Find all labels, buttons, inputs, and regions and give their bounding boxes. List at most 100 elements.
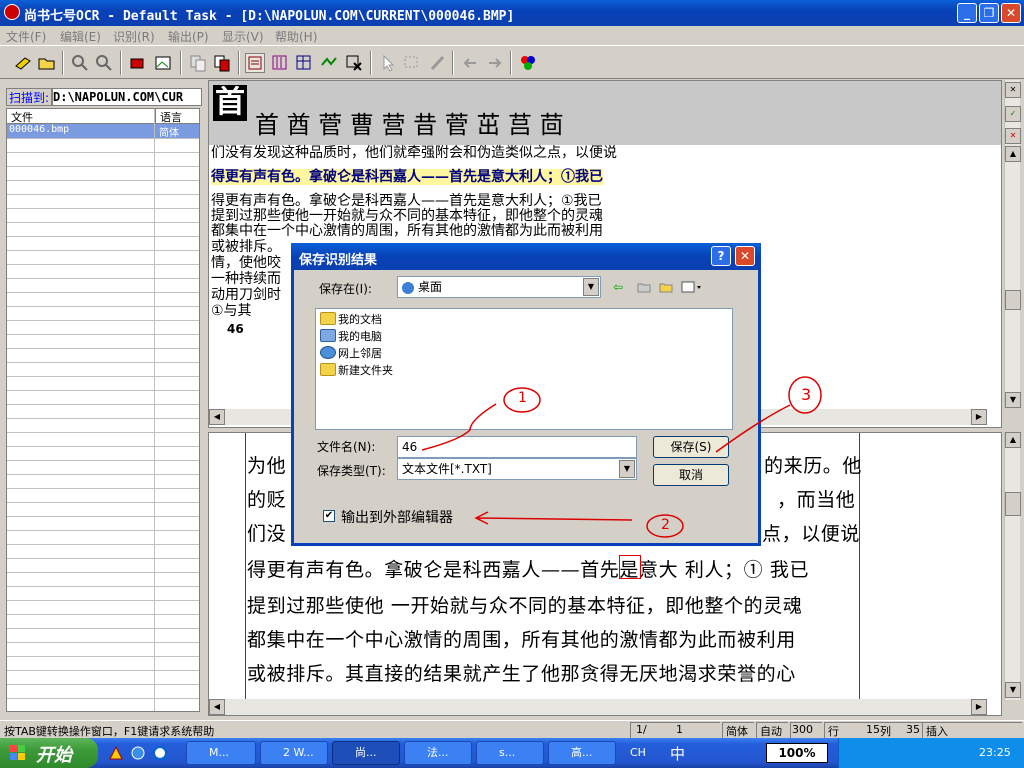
minimize-button[interactable]: _ (957, 3, 977, 23)
network-icon (320, 346, 336, 359)
text-region-icon[interactable] (245, 53, 265, 73)
scan-path-field[interactable]: D:\NAPOLUN.COM\CUR (52, 88, 202, 106)
cancel-button[interactable]: 取消 (653, 464, 729, 486)
menu-output[interactable]: 输出(P) (168, 28, 209, 45)
arrow-left-icon[interactable] (460, 53, 480, 73)
external-editor-checkbox[interactable]: ✔ (323, 510, 335, 522)
save-in-select[interactable]: 桌面 ▼ (397, 276, 601, 298)
zoom-out-icon[interactable] (94, 53, 114, 73)
reject-icon[interactable]: ✕ (1005, 128, 1021, 144)
folder-list[interactable]: 我的文档 我的电脑 网上邻居 新建文件夹 (315, 308, 733, 430)
folder-my-computer[interactable]: 我的电脑 (320, 328, 382, 344)
copy-region-icon[interactable] (188, 53, 208, 73)
main-character[interactable]: 首 (213, 85, 247, 121)
view-menu-icon[interactable] (681, 280, 705, 294)
restore-button[interactable]: ❐ (979, 3, 999, 23)
arrow-right-icon[interactable] (485, 53, 505, 73)
empty-list-row (7, 292, 199, 307)
task-button[interactable]: s... (476, 741, 544, 765)
back-icon[interactable]: ⇦ (613, 280, 627, 294)
paste-region-icon[interactable] (212, 53, 232, 73)
open-folder-icon[interactable] (37, 53, 57, 73)
empty-list-row (7, 558, 199, 573)
vertical-scrollbar-bottom[interactable]: ▲ ▼ (1004, 432, 1021, 700)
select-icon[interactable] (402, 53, 422, 73)
menu-help[interactable]: 帮助(H) (275, 28, 317, 45)
filetype-select[interactable]: 文本文件[*.TXT] ▼ (397, 458, 637, 480)
scan-icon[interactable] (13, 53, 33, 73)
scroll-right-icon[interactable]: ▶ (971, 699, 987, 715)
scroll-left-icon[interactable]: ◀ (209, 409, 225, 425)
image-icon[interactable] (153, 53, 173, 73)
filename-input[interactable]: 46 (397, 436, 637, 458)
list-item[interactable]: 000046.bmp 简体 (7, 124, 199, 139)
windows-logo-icon (10, 745, 26, 761)
task-button-active[interactable]: 尚... (332, 741, 400, 765)
help-button[interactable]: ? (711, 246, 731, 266)
pointer-icon[interactable] (378, 53, 398, 73)
scroll-thumb[interactable] (1005, 492, 1021, 516)
ime-label[interactable]: CH (630, 746, 646, 759)
ime-lang-char[interactable]: 中 (670, 743, 685, 764)
delete-region-icon[interactable] (344, 53, 364, 73)
task-button[interactable]: M... (186, 741, 256, 765)
save-button[interactable]: 保存(S) (653, 436, 729, 458)
scan-to-label[interactable]: 扫描到: (6, 88, 52, 106)
scroll-left-icon[interactable]: ◀ (209, 699, 225, 715)
start-button[interactable]: 开始 (0, 738, 98, 768)
external-editor-label[interactable]: 输出到外部编辑器 (341, 507, 453, 527)
scroll-right-icon[interactable]: ▶ (971, 409, 987, 425)
scroll-up-icon[interactable]: ▲ (1005, 146, 1021, 162)
toolbar-separator (452, 51, 454, 75)
scroll-up-icon[interactable]: ▲ (1005, 432, 1021, 448)
pen-icon[interactable] (428, 53, 448, 73)
color-wheel-icon[interactable] (518, 53, 538, 73)
zoom-in-icon[interactable] (70, 53, 90, 73)
empty-list-row (7, 152, 199, 167)
close-view-icon[interactable]: ✕ (1005, 82, 1021, 98)
candidate-characters[interactable]: 首 酋 菅 曹 营 昔 菅 茁 莒 茴 (255, 105, 564, 140)
scroll-thumb[interactable] (1005, 290, 1021, 310)
task-button[interactable]: 法... (404, 741, 472, 765)
clock[interactable]: 23:25 (979, 746, 1011, 759)
folder-network[interactable]: 网上邻居 (320, 345, 382, 361)
folder-my-documents[interactable]: 我的文档 (320, 311, 382, 327)
rotate-icon[interactable] (128, 53, 148, 73)
ie-icon[interactable] (130, 745, 146, 761)
ql-icon-1[interactable] (108, 745, 124, 761)
empty-list-row (7, 264, 199, 279)
up-folder-icon[interactable] (637, 280, 651, 294)
file-list[interactable]: 文件 语言 000046.bmp 简体 (6, 108, 200, 712)
dialog-close-button[interactable]: ✕ (735, 246, 755, 266)
menu-file[interactable]: 文件(F) (6, 28, 46, 45)
empty-list-row (7, 600, 199, 615)
image-line: 提到过那些使他 一开始就与众不同的基本特征，即他整个的灵魂 (247, 595, 803, 617)
column-language[interactable]: 语言 (155, 109, 182, 124)
new-folder-icon[interactable] (659, 280, 673, 294)
file-name: 000046.bmp (9, 124, 70, 135)
empty-list-row (7, 222, 199, 237)
vertical-region-icon[interactable] (270, 53, 290, 73)
menu-view[interactable]: 显示(V) (222, 28, 264, 45)
menu-recognize[interactable]: 识别(R) (113, 28, 155, 45)
chevron-down-icon[interactable]: ▼ (619, 460, 635, 478)
table-region-icon[interactable] (294, 53, 314, 73)
column-file[interactable]: 文件 (11, 109, 33, 125)
folder-new[interactable]: 新建文件夹 (320, 362, 393, 378)
task-button[interactable]: 2 W... (260, 741, 328, 765)
vertical-scrollbar-top[interactable]: ✕ ✓ ✕ ▲ ▼ (1004, 80, 1021, 408)
image-line: 的贬 (247, 489, 287, 511)
image-line: 得更有声有色。拿破仑是科西嘉人——首先是意大 利人；① 我已 (247, 559, 810, 581)
task-button[interactable]: 高... (548, 741, 616, 765)
menu-edit[interactable]: 编辑(E) (60, 28, 101, 45)
horizontal-scrollbar[interactable]: ◀ ▶ (209, 699, 987, 715)
scroll-down-icon[interactable]: ▼ (1005, 392, 1021, 408)
chevron-down-icon[interactable]: ▼ (583, 278, 599, 296)
empty-list-row (7, 320, 199, 335)
ql-icon-3[interactable] (152, 745, 168, 761)
graphic-region-icon[interactable] (319, 53, 339, 73)
scroll-down-icon[interactable]: ▼ (1005, 682, 1021, 698)
zoom-indicator[interactable]: 100% (766, 743, 828, 763)
close-button[interactable]: ✕ (1001, 3, 1021, 23)
check-icon[interactable]: ✓ (1005, 106, 1021, 122)
